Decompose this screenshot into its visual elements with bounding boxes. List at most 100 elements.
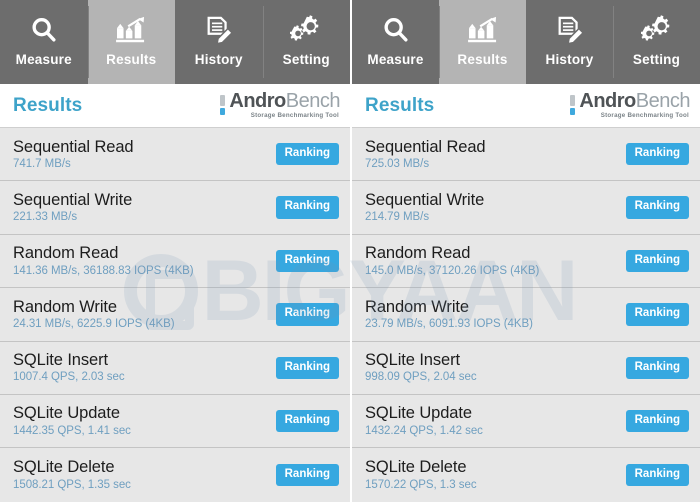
ranking-button[interactable]: Ranking <box>275 249 339 273</box>
result-value: 998.09 QPS, 2.04 sec <box>365 371 477 384</box>
page-header-left: Results AndroBench Storage Benchmarking … <box>0 84 350 128</box>
ranking-button[interactable]: Ranking <box>275 196 339 219</box>
tab-measure[interactable]: Measure <box>352 0 439 84</box>
ranking-button[interactable]: Ranking <box>275 356 339 379</box>
result-title: Random Read <box>365 244 471 263</box>
tab-bar-right: Measure Results History Setting <box>352 0 700 84</box>
result-value: 1570.22 QPS, 1.3 sec <box>365 478 477 491</box>
result-value: 141.36 MB/s, 36188.83 IOPS (4KB) <box>13 264 194 277</box>
results-list-right: Sequential Read 725.03 MB/s Ranking Sequ… <box>352 128 700 502</box>
result-title: SQLite Update <box>13 404 120 423</box>
table-row[interactable]: SQLite Delete 1570.22 QPS, 1.3 sec Ranki… <box>352 448 700 502</box>
result-value: 24.31 MB/s, 6225.9 IOPS (4KB) <box>13 317 175 330</box>
tab-history-label: History <box>545 52 594 67</box>
results-list-left: Sequential Read 741.7 MB/s Ranking Seque… <box>0 128 350 502</box>
result-title: SQLite Delete <box>13 458 115 477</box>
magnifier-icon <box>21 8 67 52</box>
result-title: Random Write <box>365 297 469 316</box>
tab-history-label: History <box>194 52 243 67</box>
tab-setting-label: Setting <box>632 52 681 67</box>
logo-text-secondary: Bench <box>285 90 341 113</box>
tab-history[interactable]: History <box>526 0 613 84</box>
logo-bars-icon <box>220 95 226 116</box>
tab-setting-label: Setting <box>282 52 330 67</box>
ranking-button[interactable]: Ranking <box>275 142 339 166</box>
bar-chart-arrow-icon <box>108 8 154 52</box>
tab-results[interactable]: Results <box>87 0 175 84</box>
table-row[interactable]: SQLite Update 1442.35 QPS, 1.41 sec Rank… <box>0 394 350 449</box>
androbench-logo: AndroBench Storage Benchmarking Tool <box>220 90 341 120</box>
result-value: 221.33 MB/s <box>13 211 78 224</box>
result-title: Sequential Read <box>365 137 486 156</box>
device-panel-right: Measure Results History Setting Results … <box>350 0 700 502</box>
ranking-button[interactable]: Ranking <box>625 409 689 433</box>
result-value: 741.7 MB/s <box>13 157 71 170</box>
tab-setting[interactable]: Setting <box>613 0 700 84</box>
table-row[interactable]: SQLite Insert 1007.4 QPS, 2.03 sec Ranki… <box>0 341 350 395</box>
device-panel-left: Measure Results History Setting Results … <box>0 0 350 502</box>
ranking-button[interactable]: Ranking <box>625 142 689 166</box>
result-title: Random Read <box>13 244 119 263</box>
result-value: 214.79 MB/s <box>365 211 430 224</box>
result-title: SQLite Insert <box>365 351 460 370</box>
table-row[interactable]: SQLite Insert 998.09 QPS, 2.04 sec Ranki… <box>352 341 700 395</box>
tab-measure[interactable]: Measure <box>0 0 88 84</box>
result-value: 23.79 MB/s, 6091.93 IOPS (4KB) <box>365 317 533 330</box>
page-header-right: Results AndroBench Storage Benchmarking … <box>352 84 700 128</box>
tab-measure-label: Measure <box>15 52 72 67</box>
tab-results[interactable]: Results <box>439 0 526 84</box>
ranking-button[interactable]: Ranking <box>625 249 689 273</box>
table-row[interactable]: Random Read 145.0 MB/s, 37120.26 IOPS (4… <box>352 234 700 289</box>
ranking-button[interactable]: Ranking <box>625 196 689 219</box>
table-row[interactable]: Sequential Read 741.7 MB/s Ranking <box>0 128 350 182</box>
result-value: 1508.21 QPS, 1.35 sec <box>13 478 131 491</box>
logo-tagline: Storage Benchmarking Tool <box>250 112 339 120</box>
result-title: Sequential Read <box>13 137 134 156</box>
tab-bar-left: Measure Results History Setting <box>0 0 350 84</box>
result-value: 1007.4 QPS, 2.03 sec <box>13 371 125 384</box>
gears-icon <box>283 8 329 52</box>
ranking-button[interactable]: Ranking <box>275 409 339 433</box>
result-value: 1432.24 QPS, 1.42 sec <box>365 424 483 437</box>
result-value: 725.03 MB/s <box>365 157 430 170</box>
result-title: SQLite Update <box>365 404 472 423</box>
result-title: SQLite Insert <box>13 351 108 370</box>
result-title: Random Write <box>13 297 117 316</box>
logo-bars-icon <box>570 95 576 116</box>
ranking-button[interactable]: Ranking <box>625 303 689 326</box>
result-title: Sequential Write <box>13 190 133 209</box>
tab-results-label: Results <box>106 52 157 67</box>
gears-icon <box>634 8 680 52</box>
tab-history[interactable]: History <box>175 0 263 84</box>
ranking-button[interactable]: Ranking <box>625 463 689 487</box>
table-row[interactable]: Random Read 141.36 MB/s, 36188.83 IOPS (… <box>0 234 350 289</box>
result-value: 1442.35 QPS, 1.41 sec <box>13 424 131 437</box>
ranking-button[interactable]: Ranking <box>275 303 339 326</box>
table-row[interactable]: SQLite Update 1432.24 QPS, 1.42 sec Rank… <box>352 394 700 449</box>
ranking-button[interactable]: Ranking <box>275 463 339 487</box>
document-pen-icon <box>547 8 593 52</box>
tab-setting[interactable]: Setting <box>262 0 350 84</box>
document-pen-icon <box>196 8 242 52</box>
page-title: Results <box>365 94 435 116</box>
tab-results-label: Results <box>457 52 508 67</box>
table-row[interactable]: Sequential Write 221.33 MB/s Ranking <box>0 181 350 235</box>
result-value: 145.0 MB/s, 37120.26 IOPS (4KB) <box>365 264 540 277</box>
ranking-button[interactable]: Ranking <box>625 356 689 379</box>
logo-text-primary: Andro <box>229 90 286 113</box>
logo-text-primary: Andro <box>579 90 636 113</box>
table-row[interactable]: Sequential Write 214.79 MB/s Ranking <box>352 181 700 235</box>
result-title: SQLite Delete <box>365 458 467 477</box>
table-row[interactable]: SQLite Delete 1508.21 QPS, 1.35 sec Rank… <box>0 448 350 502</box>
table-row[interactable]: Random Write 24.31 MB/s, 6225.9 IOPS (4K… <box>0 288 350 342</box>
page-title: Results <box>13 94 83 116</box>
tab-measure-label: Measure <box>367 52 424 67</box>
table-row[interactable]: Random Write 23.79 MB/s, 6091.93 IOPS (4… <box>352 288 700 342</box>
magnifier-icon <box>373 8 419 52</box>
result-title: Sequential Write <box>365 190 485 209</box>
comparison-screenshot: Measure Results History Setting Results … <box>0 0 700 502</box>
bar-chart-arrow-icon <box>460 8 506 52</box>
table-row[interactable]: Sequential Read 725.03 MB/s Ranking <box>352 128 700 182</box>
androbench-logo: AndroBench Storage Benchmarking Tool <box>570 90 691 119</box>
logo-text-secondary: Bench <box>635 90 691 113</box>
